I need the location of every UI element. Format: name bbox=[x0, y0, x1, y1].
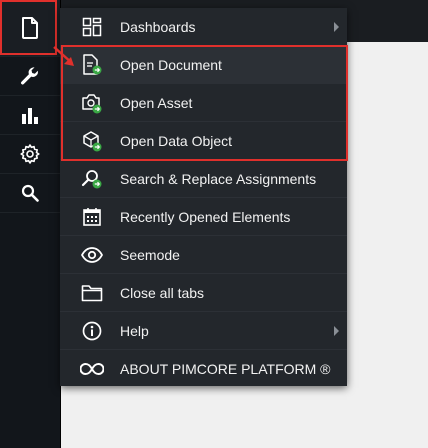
menu-item-label: Help bbox=[120, 322, 149, 339]
sidebar-tools-button[interactable] bbox=[0, 57, 60, 96]
infinity-icon bbox=[70, 350, 114, 388]
menu-item-label: Dashboards bbox=[120, 18, 196, 35]
wrench-icon bbox=[20, 66, 40, 86]
pimcore-admin-screen: Dashboards Open Document Open Asset Open… bbox=[0, 0, 428, 448]
menu-item-help[interactable]: Help bbox=[60, 312, 347, 350]
open-data-object-icon bbox=[70, 122, 114, 160]
bar-chart-icon bbox=[21, 106, 39, 124]
menu-item-label: Close all tabs bbox=[120, 284, 205, 301]
info-icon bbox=[70, 312, 114, 350]
search-replace-icon bbox=[70, 160, 114, 198]
open-document-icon bbox=[70, 46, 114, 84]
menu-item-label: Seemode bbox=[120, 246, 180, 263]
eye-icon bbox=[70, 236, 114, 274]
gear-icon bbox=[20, 144, 40, 164]
menu-item-label: Open Document bbox=[120, 56, 222, 73]
menu-item-label: Open Asset bbox=[120, 94, 193, 111]
sidebar-settings-button[interactable] bbox=[0, 135, 60, 174]
menu-item-recently-opened[interactable]: Recently Opened Elements bbox=[60, 198, 347, 236]
menu-item-label: ABOUT PIMCORE PLATFORM ® bbox=[120, 361, 331, 377]
menu-item-open-asset[interactable]: Open Asset bbox=[60, 84, 347, 122]
menu-item-label: Recently Opened Elements bbox=[120, 208, 291, 225]
sidebar-search-button[interactable] bbox=[0, 174, 60, 213]
open-asset-icon bbox=[70, 84, 114, 122]
menu-item-dashboards[interactable]: Dashboards bbox=[60, 8, 347, 46]
menu-item-label: Search & Replace Assignments bbox=[120, 170, 317, 187]
file-button-highlight bbox=[0, 0, 57, 55]
menu-item-close-all-tabs[interactable]: Close all tabs bbox=[60, 274, 347, 312]
dashboard-grid-icon bbox=[70, 8, 114, 46]
menu-item-open-document[interactable]: Open Document bbox=[60, 46, 347, 84]
search-icon bbox=[21, 184, 39, 202]
menu-item-seemode[interactable]: Seemode bbox=[60, 236, 347, 274]
sidebar-file-button[interactable] bbox=[0, 0, 60, 57]
menu-item-open-data-object[interactable]: Open Data Object bbox=[60, 122, 347, 160]
menu-item-label: Open Data Object bbox=[120, 132, 233, 149]
submenu-arrow-icon bbox=[334, 21, 339, 32]
folder-icon bbox=[70, 274, 114, 312]
main-sidebar bbox=[0, 0, 61, 448]
file-menu: Dashboards Open Document Open Asset Open… bbox=[60, 8, 347, 386]
menu-item-search-replace[interactable]: Search & Replace Assignments bbox=[60, 160, 347, 198]
submenu-arrow-icon bbox=[334, 325, 339, 336]
menu-item-about[interactable]: ABOUT PIMCORE PLATFORM ® bbox=[60, 350, 347, 388]
calendar-icon bbox=[70, 198, 114, 236]
sidebar-reports-button[interactable] bbox=[0, 96, 60, 135]
